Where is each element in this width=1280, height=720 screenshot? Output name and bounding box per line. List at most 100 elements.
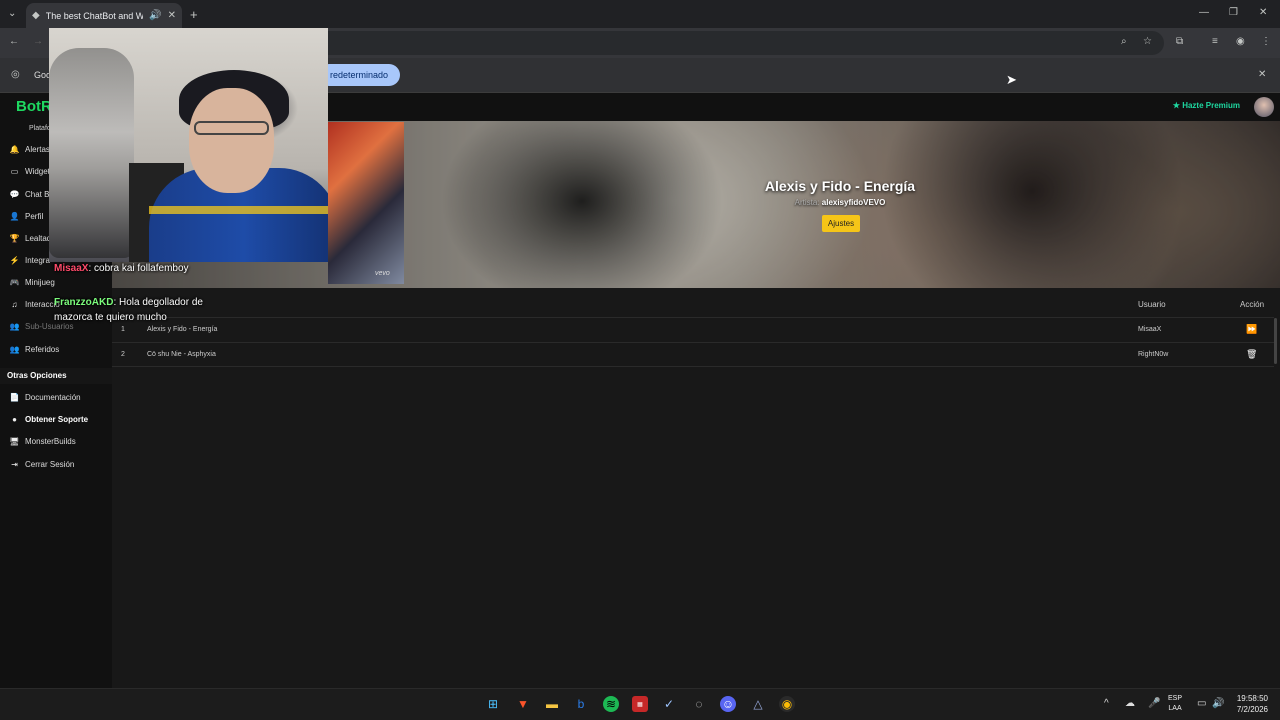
- browser-tab[interactable]: ◆ The best ChatBot and Widg 🔊 ✕: [26, 3, 182, 28]
- spotify-icon[interactable]: ≋: [603, 696, 619, 712]
- video-thumbnail[interactable]: [328, 122, 404, 284]
- sidebar-item-label: Alertas: [25, 144, 50, 154]
- help-icon: ●: [12, 414, 17, 424]
- tab-search-icon[interactable]: ⌄: [8, 8, 16, 19]
- set-default-button[interactable]: redeterminado: [318, 64, 401, 86]
- trash-icon[interactable]: 🗑: [1246, 349, 1257, 360]
- sidebar-item-documentacion[interactable]: 📄 Documentación: [10, 390, 81, 404]
- profile-icon[interactable]: ◉: [1236, 36, 1245, 47]
- sidebar-item-lealtad[interactable]: 🏆 Lealtad: [10, 231, 52, 245]
- tab-close-icon[interactable]: ✕: [168, 10, 176, 21]
- sidebar-item-integraciones[interactable]: ⚡ Integra: [10, 253, 50, 267]
- chat-icon: 💬: [9, 189, 20, 199]
- new-tab-icon[interactable]: +: [190, 7, 198, 22]
- widget-icon: ▭: [10, 166, 19, 176]
- clock[interactable]: 19:58:50 7/2/2026: [1226, 693, 1268, 715]
- sidebar-item-widgets[interactable]: ▭ Widget: [10, 164, 50, 178]
- sidebar-item-soporte[interactable]: ● Obtener Soporte: [10, 412, 88, 426]
- network-icon[interactable]: ▭: [1197, 698, 1206, 709]
- users-icon: 👥: [9, 321, 20, 331]
- sidebar-item-chatbot[interactable]: 💬 Chat Bo: [10, 187, 54, 201]
- gamepad-icon: 🎮: [9, 277, 20, 287]
- chat-username: MisaaX: [54, 263, 89, 274]
- discord-icon[interactable]: ☺: [720, 696, 736, 712]
- artist-label: Artista:: [794, 198, 820, 207]
- sidebar-item-minijuegos[interactable]: 🎮 Minijueg: [10, 275, 55, 289]
- song-title: Alexis y Fido - Energía: [764, 178, 916, 194]
- row-song: Alexis y Fido - Energía: [147, 326, 218, 333]
- user-icon: 👤: [9, 211, 20, 221]
- avatar[interactable]: [1254, 97, 1274, 117]
- artist-line: Artista: alexisyfidoVEVO: [640, 198, 1040, 207]
- users-icon: 👥: [9, 344, 20, 354]
- face: [189, 88, 274, 193]
- tray-chevron-icon[interactable]: ^: [1104, 698, 1109, 709]
- extensions-icon[interactable]: ⧉: [1176, 36, 1183, 47]
- sidebar-item-cerrar-sesion[interactable]: ⇥ Cerrar Sesión: [10, 457, 74, 471]
- settings-button[interactable]: Ajustes: [822, 215, 860, 232]
- bing-icon[interactable]: b: [573, 696, 589, 712]
- tab-title: The best ChatBot and Widg: [45, 10, 144, 21]
- sidebar-item-referidos[interactable]: 👥 Referidos: [9, 342, 60, 356]
- folder-icon[interactable]: ▬: [544, 696, 560, 712]
- platform-label: Platafo: [29, 125, 51, 132]
- restore-icon[interactable]: ❐: [1229, 7, 1238, 18]
- window-close-icon[interactable]: ✕: [1259, 7, 1267, 18]
- app-icon[interactable]: ▦: [632, 696, 648, 712]
- speaker-icon[interactable]: 🔊: [149, 10, 161, 21]
- skip-icon[interactable]: ⏩: [1246, 324, 1257, 335]
- sidebar-item-label: Integra: [25, 255, 50, 265]
- sidebar-item-alertas[interactable]: 🔔 Alertas: [10, 142, 50, 156]
- sidebar-item-label: Cerrar Sesión: [25, 459, 75, 469]
- media-control-icon[interactable]: ≡: [1212, 36, 1218, 47]
- tab-favicon-icon: ◆: [32, 10, 40, 21]
- zoom-icon[interactable]: ⌕: [1121, 36, 1127, 47]
- row-user: RightN0w: [1138, 351, 1169, 358]
- menu-icon[interactable]: ⋮: [1261, 36, 1271, 47]
- sidebar-item-label: MonsterBuilds: [25, 436, 76, 446]
- bookmark-star-icon[interactable]: ☆: [1143, 36, 1152, 47]
- chat-message: MisaaX: cobra kai follafemboy: [54, 263, 189, 274]
- bell-icon: 🔔: [9, 144, 20, 154]
- sidebar-item-label: Documentación: [25, 392, 81, 402]
- infobar-close-icon[interactable]: ✕: [1258, 69, 1266, 80]
- premium-link[interactable]: ★ Hazte Premium: [1173, 101, 1240, 110]
- chrome-icon[interactable]: ◉: [779, 696, 795, 712]
- table-row: 2 Cö shu Nie - Asphyxia RightN0w 🗑: [112, 342, 1274, 367]
- sidebar-item-label: Lealtad: [25, 233, 52, 243]
- windows-start-icon[interactable]: ⊞: [485, 696, 501, 712]
- scrollbar[interactable]: [1274, 318, 1277, 364]
- music-icon: ♫: [11, 299, 18, 309]
- steam-icon[interactable]: ✓: [661, 696, 677, 712]
- onedrive-icon[interactable]: ☁: [1125, 698, 1135, 709]
- monitor-icon: 🖥: [9, 436, 20, 446]
- clock-date: 7/2/2026: [1236, 705, 1268, 714]
- sidebar-item-label: Perfil: [25, 211, 44, 221]
- sidebar-item-label: Referidos: [25, 344, 60, 354]
- mouse-cursor-icon: ➤: [1006, 72, 1017, 87]
- language-indicator[interactable]: ESP LAA: [1168, 694, 1182, 714]
- sidebar-item-interacciones[interactable]: ♫ Interacció: [10, 297, 60, 311]
- table-row: 1 Alexis y Fido - Energía MisaaX ⏩: [112, 317, 1274, 342]
- app-icon[interactable]: ◌: [691, 696, 707, 712]
- app-icon[interactable]: △: [750, 696, 766, 712]
- brave-icon[interactable]: ▼: [515, 696, 531, 712]
- column-header-user: Usuario: [1138, 300, 1166, 309]
- chat-username: FranzzoAKD: [54, 297, 114, 308]
- premium-label: Hazte Premium: [1182, 101, 1240, 110]
- logout-icon: ⇥: [11, 459, 18, 469]
- sidebar-item-perfil[interactable]: 👤 Perfil: [9, 209, 44, 223]
- mic-icon[interactable]: 🎤: [1148, 698, 1160, 709]
- sidebar-item-monsterbuilds[interactable]: 🖥 MonsterBuilds: [9, 434, 76, 448]
- forward-icon[interactable]: →: [33, 36, 43, 47]
- sidebar-item-label: Minijueg: [25, 277, 55, 287]
- armor-figure: [49, 48, 134, 258]
- back-icon[interactable]: ←: [9, 36, 19, 47]
- app-logo[interactable]: BotR: [16, 98, 52, 115]
- sidebar-section-title: Otras Opciones: [0, 368, 112, 384]
- minimize-icon[interactable]: —: [1199, 7, 1209, 18]
- volume-icon[interactable]: 🔊: [1212, 698, 1224, 709]
- clock-time: 19:58:50: [1236, 694, 1268, 703]
- row-song: Cö shu Nie - Asphyxia: [147, 351, 216, 358]
- glasses: [194, 121, 269, 135]
